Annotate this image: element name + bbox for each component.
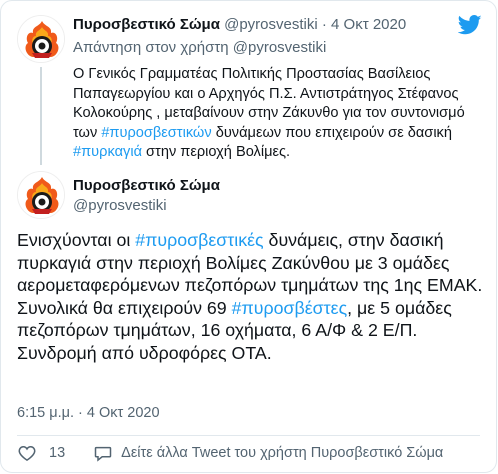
like-count[interactable]: 13 [49,445,65,461]
header-separator: · [321,16,327,33]
quoted-author-handle[interactable]: @pyrosvestiki [224,16,318,33]
fire-service-emblem-icon [18,16,64,62]
quoted-tweet-text: Ο Γενικός Γραμματέας Πολιτικής Προστασία… [73,65,478,163]
hashtag-link[interactable]: #πυρκαγιά [73,144,142,160]
hashtag-link[interactable]: #πυροσβεστικές [135,230,263,250]
reply-to-label[interactable]: Απάντηση στον χρήστη @pyrosvestiki [73,38,326,58]
speech-bubble-icon [94,446,112,462]
more-tweets-label: Δείτε άλλα Tweet του χρήστη Πυροσβεστικό… [121,445,444,461]
main-author-name[interactable]: Πυροσβεστικό Σώμα [73,176,220,196]
main-author-handle[interactable]: @pyrosvestiki [73,196,220,216]
fire-service-emblem-icon [18,172,64,218]
more-tweets-link[interactable]: Δείτε άλλα Tweet του χρήστη Πυροσβεστικό… [93,443,443,463]
tweet-timestamp[interactable]: 6:15 μ.μ. · 4 Οκτ 2020 [17,403,160,423]
quoted-tweet-header: Πυροσβεστικό Σώμα @pyrosvestiki · 4 Οκτ … [73,15,406,35]
main-tweet-text: Ενισχύονται οι #πυροσβεστικές δυνάμεις, … [17,229,487,364]
twitter-bird-icon[interactable] [458,15,482,35]
quoted-author-avatar[interactable] [17,15,65,63]
heart-outline-icon[interactable] [17,443,37,463]
main-text-part: Ενισχύονται οι [17,230,136,250]
quoted-text-part: στην περιοχή Βολίμες. [142,144,291,160]
main-author-avatar[interactable] [17,171,65,219]
divider [17,435,480,436]
quoted-author-name[interactable]: Πυροσβεστικό Σώμα [73,16,220,33]
hashtag-link[interactable]: #πυροσβέστες [232,298,348,318]
quoted-text-part: δυνάμεων που επιχειρούν σε δασική [211,124,452,141]
thread-connector-line [40,67,42,165]
hashtag-link[interactable]: #πυροσβεστικών [101,125,211,141]
quoted-tweet-date[interactable]: 4 Οκτ 2020 [331,16,406,33]
main-tweet-header: Πυροσβεστικό Σώμα @pyrosvestiki [73,176,220,216]
tweet-actions: 13 Δείτε άλλα Tweet του χρήστη Πυροσβεστ… [17,442,443,464]
tweet-embed-card: Πυροσβεστικό Σώμα @pyrosvestiki · 4 Οκτ … [0,0,497,473]
